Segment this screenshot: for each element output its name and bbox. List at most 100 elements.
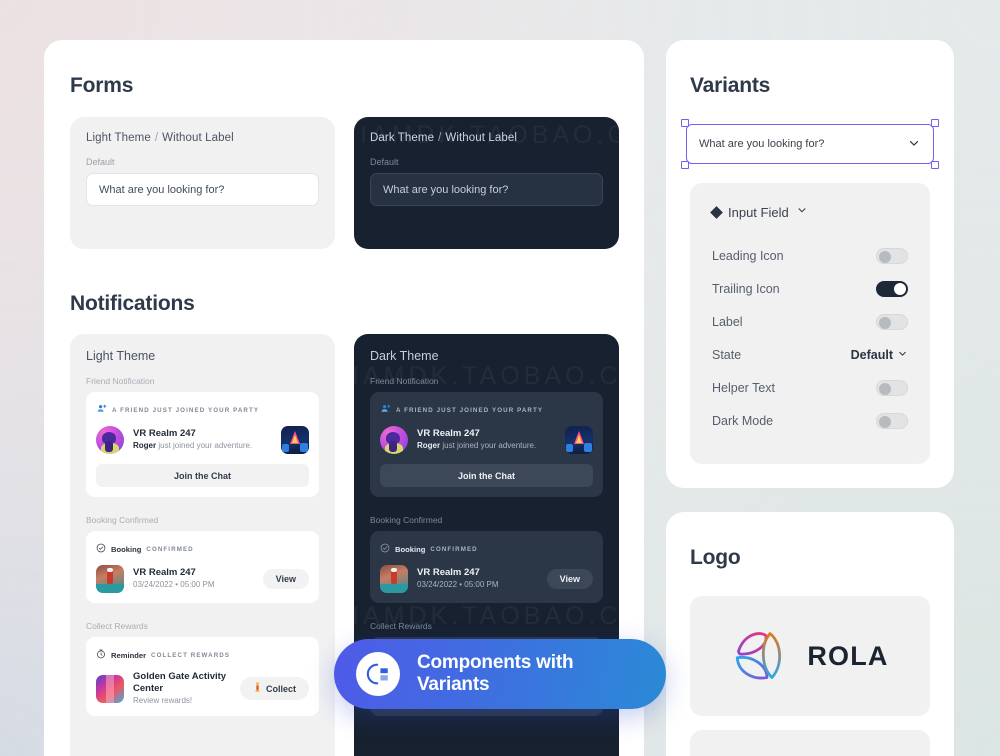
group-label-friend-light: Friend Notification [86,376,155,386]
components-with-variants-badge[interactable]: Components with Variants [334,639,666,709]
view-button-label-dark: View [559,574,580,584]
notification-row-friend-dark: VR Realm 247 Roger just joined your adve… [380,426,593,454]
selection-handle-top-right[interactable] [931,119,939,127]
notification-title-rewards-light: Golden Gate Activity Center [133,671,227,694]
chevron-down-icon [897,348,908,362]
notification-sub-rest-friend-dark: just joined your adventure. [440,441,537,451]
notification-sub-friend-dark: Roger just joined your adventure. [417,441,556,451]
breadcrumb-separator-dark: / [438,132,442,144]
notification-thumbnail-booking-dark [380,565,408,593]
toggle-knob [894,282,906,295]
state-dropdown-value: Default [850,347,893,362]
toggle-knob [879,415,891,428]
notification-friend-light[interactable]: A FRIEND JUST JOINED YOUR PARTY VR Realm… [86,392,319,497]
breadcrumb-dark: Dark Theme / Without Label [370,132,603,144]
group-label-booking-light: Booking Confirmed [86,515,159,525]
variants-section-title: Variants [690,74,771,97]
notification-booking-light[interactable]: Booking CONFIRMED VR Realm 247 03/24/202… [86,531,319,603]
toggle-label[interactable] [876,313,908,330]
view-button-dark[interactable]: View [546,569,593,589]
group-label-rewards-light: Collect Rewards [86,621,148,631]
notification-row-booking-dark: VR Realm 247 03/24/2022 • 05:00 PM View [380,565,593,593]
property-row-leading-icon: Leading Icon [712,239,908,272]
notification-thumbnail-friend-dark [565,426,593,454]
notification-sub-rest-friend-light: just joined your adventure. [156,441,253,451]
notification-booking-dark[interactable]: Booking CONFIRMED VR Realm 247 03/24/202… [370,531,603,603]
notification-friend-dark[interactable]: A FRIEND JUST JOINED YOUR PARTY VR Realm… [370,392,603,497]
selection-handle-bottom-right[interactable] [931,161,939,169]
rola-leaves-icon [731,623,793,690]
chevron-down-icon[interactable] [907,136,921,153]
variants-select-selection: What are you looking for? [681,119,939,169]
notification-body-booking-light: VR Realm 247 03/24/2022 • 05:00 PM [133,567,254,590]
notification-row-friend-light: VR Realm 247 Roger just joined your adve… [96,426,309,454]
property-label-dark-mode: Dark Mode [712,413,774,428]
notification-eyebrow-rewards-light: Reminder COLLECT REWARDS [96,646,309,664]
property-label-leading-icon: Leading Icon [712,248,784,263]
property-row-trailing-icon: Trailing Icon [712,272,908,305]
group-label-rewards-dark: Collect Rewards [370,621,432,631]
notification-row-rewards-light: Golden Gate Activity Center Review rewar… [96,671,309,706]
property-label-trailing-icon: Trailing Icon [712,281,780,296]
toggle-dark-mode[interactable] [876,412,908,429]
toggle-knob [879,316,891,329]
component-selector[interactable]: Input Field [710,203,908,221]
notification-rewards-light[interactable]: Reminder COLLECT REWARDS Golden Gate Act… [86,637,319,717]
notification-eyebrow-text-friend-light: A FRIEND JUST JOINED YOUR PARTY [112,406,260,414]
notification-sub-booking-dark: 03/24/2022 • 05:00 PM [417,580,499,590]
notification-sub-friend-light: Roger just joined your adventure. [133,441,272,451]
search-input-light[interactable]: What are you looking for? [86,173,319,206]
chevron-down-icon[interactable] [796,203,808,221]
join-the-chat-button-dark[interactable]: Join the Chat [380,464,593,487]
property-label-state: State [712,347,742,362]
notifications-light-theme-label: Light Theme [86,349,156,363]
notification-eyebrow-text-friend-dark: A FRIEND JUST JOINED YOUR PARTY [396,406,544,414]
selection-handle-bottom-left[interactable] [681,161,689,169]
property-row-dark-mode: Dark Mode [712,404,908,437]
notification-row-booking-light: VR Realm 247 03/24/2022 • 05:00 PM View [96,565,309,593]
selection-handle-top-left[interactable] [681,119,689,127]
check-circle-icon [380,540,390,558]
add-person-icon [380,401,391,419]
notification-eyebrow-primary-booking-light: Booking [111,544,142,554]
notification-title-booking-light: VR Realm 247 [133,567,196,579]
diamond-icon [710,205,723,219]
notification-body-friend-dark: VR Realm 247 Roger just joined your adve… [417,428,556,451]
toggle-trailing-icon[interactable] [876,280,908,297]
variants-select[interactable]: What are you looking for? [686,124,934,164]
notification-eyebrow-booking-dark: Booking CONFIRMED [380,540,593,558]
logo-section-title: Logo [690,546,741,569]
notification-eyebrow-status-rewards-light: COLLECT REWARDS [151,651,231,659]
search-input-dark[interactable]: What are you looking for? [370,173,603,206]
app-stage: Forms Light Theme / Without Label Default … [0,0,1000,756]
notification-sub-booking-light: 03/24/2022 • 05:00 PM [133,580,215,590]
logo-preview-secondary [690,730,930,756]
state-dropdown[interactable]: Default [851,348,908,362]
notification-sub-bold-friend-dark: Roger [417,441,441,451]
join-the-chat-button-light[interactable]: Join the Chat [96,464,309,487]
view-button-light[interactable]: View [262,569,309,589]
field-label-dark: Default [370,157,399,167]
notification-body-friend-light: VR Realm 247 Roger just joined your adve… [133,428,272,451]
notification-sub-bold-friend-light: Roger [133,441,157,451]
search-input-light-value: What are you looking for? [99,183,225,196]
notifications-section-title: Notifications [70,292,195,315]
notification-thumbnail-rewards-light [96,674,124,703]
search-input-dark-value: What are you looking for? [383,183,509,196]
property-row-state: State Default [712,338,908,371]
toggle-knob [879,250,891,263]
notification-title-booking-dark: VR Realm 247 [417,567,480,579]
notification-sub-rewards-light: Review rewards! [133,695,193,705]
avatar [96,426,124,454]
collect-button-light[interactable]: Collect [239,677,309,701]
forms-section-title: Forms [70,74,134,97]
avatar [380,426,408,454]
notification-eyebrow-primary-rewards-light: Reminder [111,650,147,660]
notification-eyebrow-friend-dark: A FRIEND JUST JOINED YOUR PARTY [380,401,593,419]
toggle-helper-text[interactable] [876,379,908,396]
notification-thumbnail-friend-light [281,426,309,454]
toggle-leading-icon[interactable] [876,247,908,264]
group-label-booking-dark: Booking Confirmed [370,515,443,525]
logo-preview: ROLA [690,596,930,716]
notification-title-friend-dark: VR Realm 247 [417,428,480,440]
